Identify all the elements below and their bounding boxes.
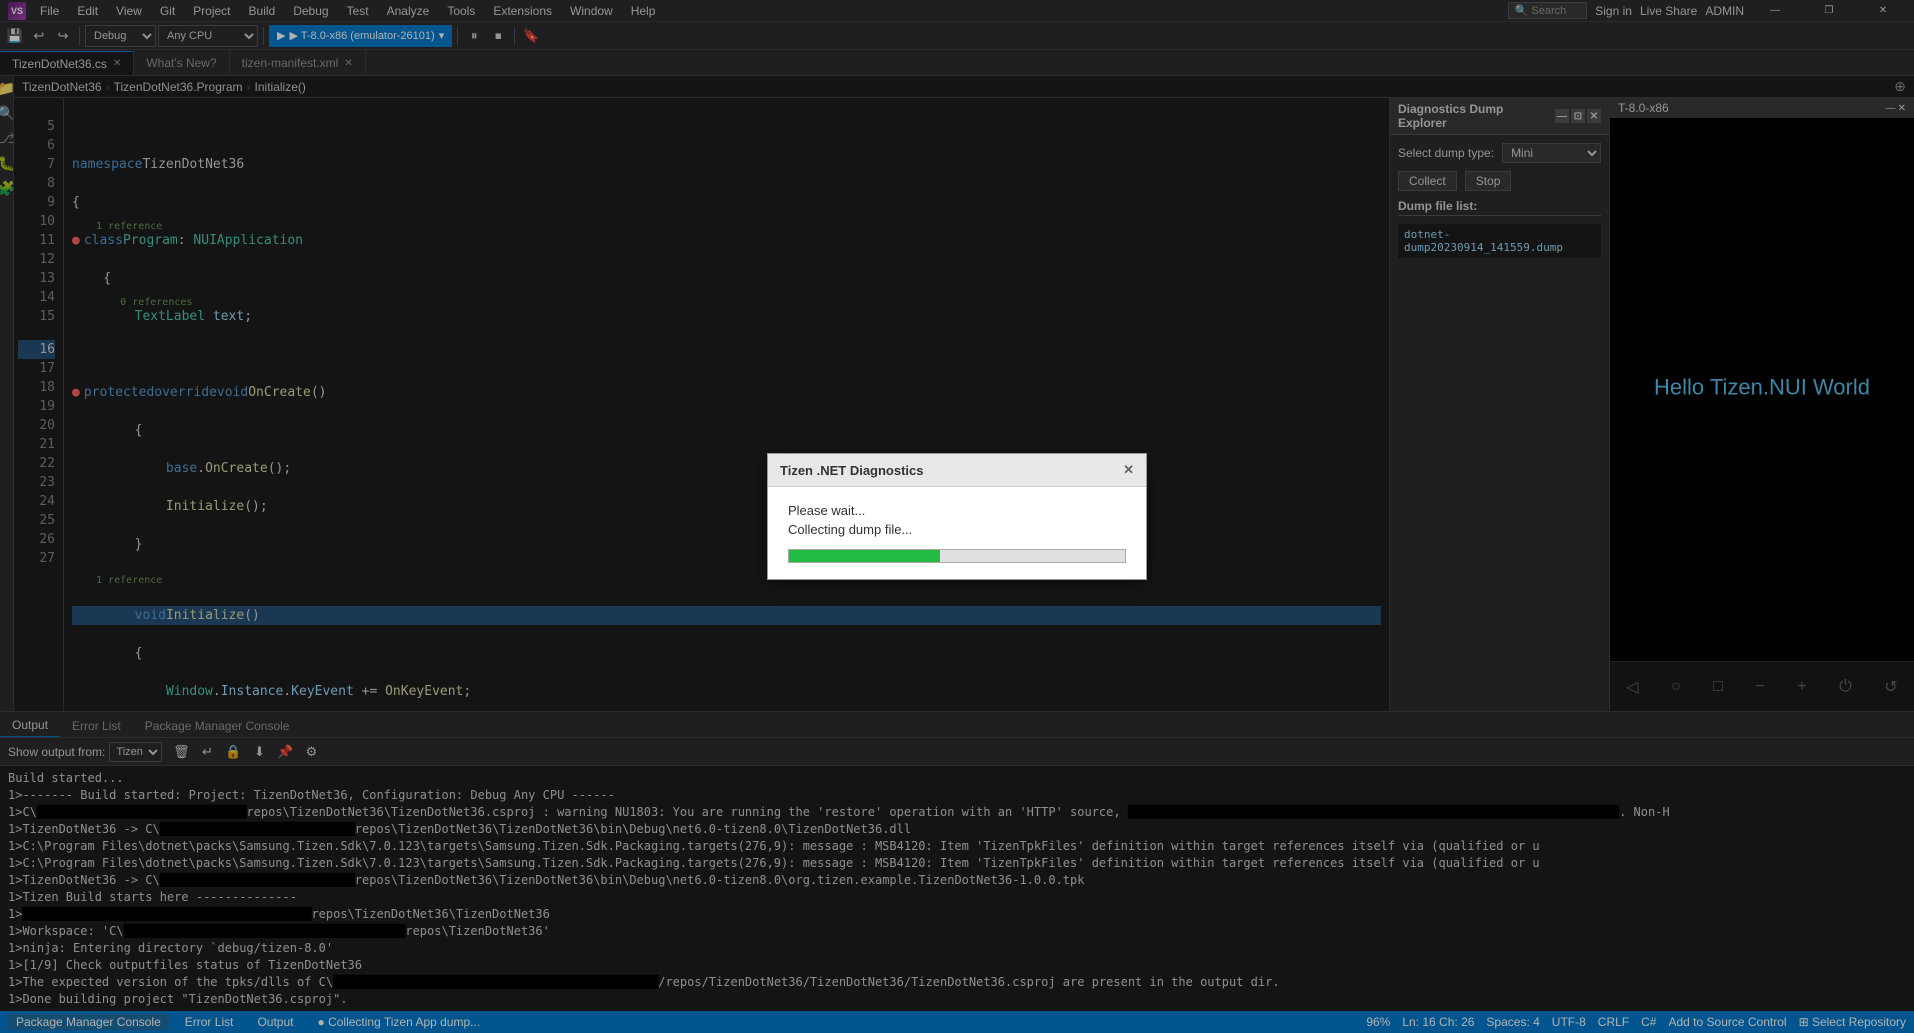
modal-please-wait: Please wait... — [788, 503, 1126, 518]
progress-bar — [789, 550, 940, 562]
modal-collecting-msg: Collecting dump file... — [788, 522, 1126, 537]
modal-close-btn[interactable]: ✕ — [1123, 462, 1134, 478]
modal-overlay: Tizen .NET Diagnostics ✕ Please wait... … — [0, 0, 1914, 1033]
modal-dialog: Tizen .NET Diagnostics ✕ Please wait... … — [767, 453, 1147, 580]
modal-title-bar: Tizen .NET Diagnostics ✕ — [768, 454, 1146, 487]
progress-bar-container — [788, 549, 1126, 563]
modal-title-text: Tizen .NET Diagnostics — [780, 463, 924, 478]
modal-body: Please wait... Collecting dump file... — [768, 487, 1146, 579]
